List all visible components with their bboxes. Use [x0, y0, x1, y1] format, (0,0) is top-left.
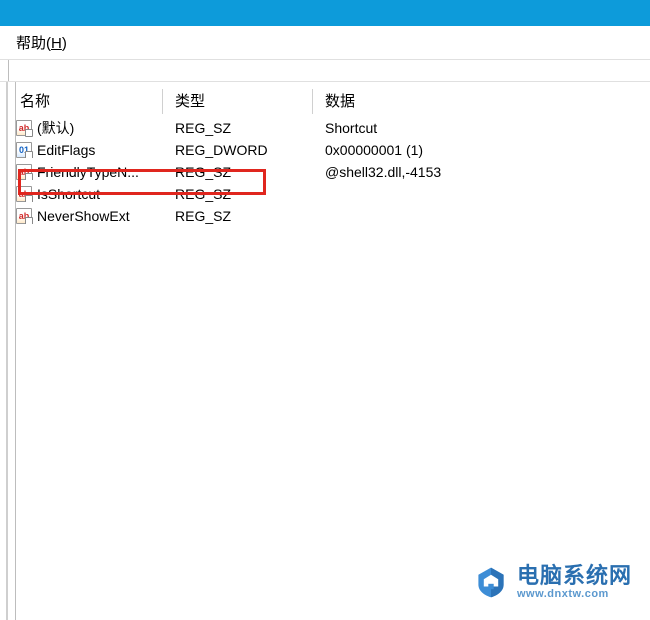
- cell-name: FriendlyTypeN...: [8, 164, 163, 180]
- string-value-icon: [16, 186, 32, 202]
- cell-type: REG_DWORD: [163, 142, 313, 158]
- cell-type: REG_SZ: [163, 208, 313, 224]
- column-header-type[interactable]: 类型: [163, 86, 313, 117]
- string-value-icon: [16, 164, 32, 180]
- values-pane: 名称 类型 数据 (默认)REG_SZShortcutEditFlagsREG_…: [6, 82, 650, 620]
- cell-name: NeverShowExt: [8, 208, 163, 224]
- menu-help-label: 帮助: [16, 35, 46, 52]
- cell-type: REG_SZ: [163, 120, 313, 136]
- watermark-title: 电脑系统网: [517, 564, 632, 588]
- splitter[interactable]: [8, 82, 16, 620]
- table-row[interactable]: FriendlyTypeN... REG_SZ@shell32.dll,-4153: [8, 161, 650, 183]
- cell-name: (默认): [8, 118, 163, 138]
- column-header-data[interactable]: 数据: [313, 86, 650, 117]
- cell-type: REG_SZ: [163, 186, 313, 202]
- table-row[interactable]: (默认) REG_SZShortcut: [8, 117, 650, 139]
- table-row[interactable]: EditFlags REG_DWORD0x00000001 (1): [8, 139, 650, 161]
- toolbar-separator: [0, 60, 650, 82]
- value-name: NeverShowExt: [37, 208, 130, 224]
- value-name: (默认): [37, 118, 74, 138]
- window-titlebar: [0, 0, 650, 26]
- watermark-logo-icon: [473, 564, 509, 600]
- cell-type: REG_SZ: [163, 164, 313, 180]
- cell-data: 0x00000001 (1): [313, 142, 650, 158]
- values-list: (默认)REG_SZShortcutEditFlagsREG_DWORD0x00…: [8, 117, 650, 227]
- watermark: 电脑系统网 www.dnxtw.com: [473, 564, 632, 600]
- cell-data: @shell32.dll,-4153: [313, 164, 650, 180]
- table-row[interactable]: IsShortcut REG_SZ: [8, 183, 650, 205]
- column-headers: 名称 类型 数据: [8, 82, 650, 117]
- value-name: FriendlyTypeN...: [37, 164, 139, 180]
- string-value-icon: [16, 208, 32, 224]
- string-value-icon: [16, 120, 32, 136]
- value-name: IsShortcut: [37, 186, 100, 202]
- menu-help[interactable]: 帮助(H): [10, 30, 73, 55]
- table-row[interactable]: NeverShowExt REG_SZ: [8, 205, 650, 227]
- cell-name: IsShortcut: [8, 186, 163, 202]
- binary-value-icon: [16, 142, 32, 158]
- menubar: 帮助(H): [0, 26, 650, 60]
- watermark-url: www.dnxtw.com: [517, 588, 632, 600]
- column-header-name[interactable]: 名称: [8, 86, 163, 117]
- value-name: EditFlags: [37, 142, 95, 158]
- menu-help-accel: H: [51, 35, 62, 52]
- cell-name: EditFlags: [8, 142, 163, 158]
- cell-data: Shortcut: [313, 120, 650, 136]
